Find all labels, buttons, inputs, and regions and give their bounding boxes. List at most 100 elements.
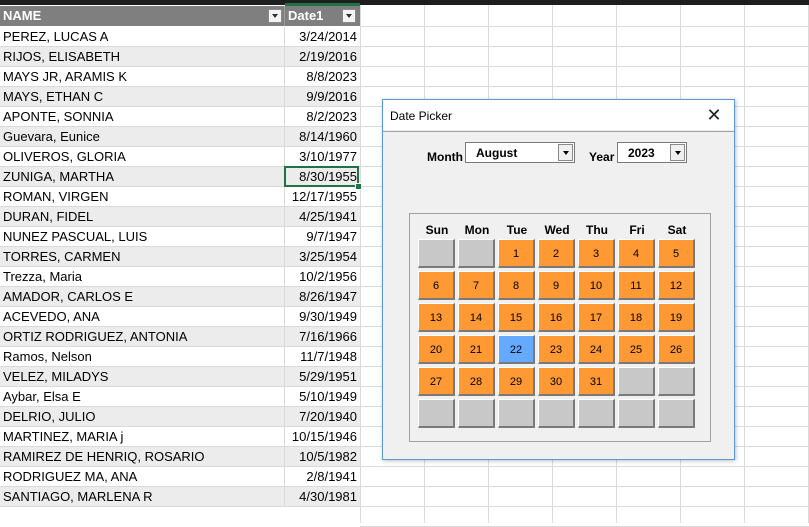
- calendar-day-button[interactable]: 24: [578, 335, 615, 364]
- selected-cell[interactable]: [284, 166, 359, 187]
- date-cell[interactable]: 3/25/1954: [285, 247, 360, 267]
- date-cell[interactable]: 2/8/1941: [285, 467, 360, 487]
- name-cell[interactable]: Aybar, Elsa E: [0, 387, 285, 407]
- table-row: NUNEZ PASCUAL, LUIS 9/7/1947: [0, 227, 360, 247]
- weekday-header: Thu: [586, 223, 608, 237]
- table-row: ORTIZ RODRIGUEZ, ANTONIA 7/16/1966: [0, 327, 360, 347]
- column-header-date[interactable]: Date1: [285, 6, 360, 26]
- year-select[interactable]: 2023: [617, 142, 687, 163]
- name-cell[interactable]: Ramos, Nelson: [0, 347, 285, 367]
- name-cell[interactable]: RIJOS, ELISABETH: [0, 47, 285, 67]
- date-cell[interactable]: 10/15/1946: [285, 427, 360, 447]
- name-cell[interactable]: AMADOR, CARLOS E: [0, 287, 285, 307]
- calendar-day-button[interactable]: 16: [538, 303, 575, 332]
- calendar-day-button[interactable]: 3: [578, 239, 615, 268]
- calendar-day-button[interactable]: 28: [458, 367, 495, 396]
- calendar-day-button[interactable]: 13: [418, 303, 455, 332]
- name-cell[interactable]: ORTIZ RODRIGUEZ, ANTONIA: [0, 327, 285, 347]
- month-select[interactable]: August: [465, 142, 575, 163]
- calendar-day-button[interactable]: 20: [418, 335, 455, 364]
- table-row: OLIVEROS, GLORIA 3/10/1977: [0, 147, 360, 167]
- name-cell[interactable]: ZUNIGA, MARTHA: [0, 167, 285, 187]
- name-cell[interactable]: RODRIGUEZ MA, ANA: [0, 467, 285, 487]
- name-cell[interactable]: Trezza, Maria: [0, 267, 285, 287]
- date-cell[interactable]: 9/9/2016: [285, 87, 360, 107]
- gridline: [360, 66, 809, 67]
- calendar-day-button[interactable]: 7: [458, 271, 495, 300]
- table-row: MAYS, ETHAN C 9/9/2016: [0, 87, 360, 107]
- date-cell[interactable]: 8/2/2023: [285, 107, 360, 127]
- date-cell[interactable]: 4/25/1941: [285, 207, 360, 227]
- date-cell[interactable]: 5/10/1949: [285, 387, 360, 407]
- date-cell[interactable]: 9/30/1949: [285, 307, 360, 327]
- date-cell[interactable]: 3/24/2014: [285, 27, 360, 47]
- chevron-down-icon[interactable]: [670, 144, 685, 161]
- calendar-day-button[interactable]: 27: [418, 367, 455, 396]
- calendar-day-button[interactable]: 29: [498, 367, 535, 396]
- date-cell[interactable]: 8/8/2023: [285, 67, 360, 87]
- date-cell[interactable]: 9/7/1947: [285, 227, 360, 247]
- table-row: Trezza, Maria 10/2/1956: [0, 267, 360, 287]
- calendar-day-button[interactable]: 4: [618, 239, 655, 268]
- calendar-day-button[interactable]: 8: [498, 271, 535, 300]
- calendar-day-button[interactable]: 2: [538, 239, 575, 268]
- name-cell[interactable]: SANTIAGO, MARLENA R: [0, 487, 285, 507]
- fill-handle[interactable]: [355, 183, 362, 190]
- name-cell[interactable]: ROMAN, VIRGEN: [0, 187, 285, 207]
- calendar-day-button[interactable]: 17: [578, 303, 615, 332]
- calendar-day-button[interactable]: 9: [538, 271, 575, 300]
- name-cell[interactable]: ACEVEDO, ANA: [0, 307, 285, 327]
- calendar-day-button[interactable]: 31: [578, 367, 615, 396]
- calendar-day-button[interactable]: 11: [618, 271, 655, 300]
- date-cell[interactable]: 3/10/1977: [285, 147, 360, 167]
- empty-row[interactable]: [0, 507, 361, 523]
- dialog-titlebar[interactable]: Date Picker ✕: [383, 100, 734, 130]
- name-cell[interactable]: MAYS, ETHAN C: [0, 87, 285, 107]
- name-cell[interactable]: PEREZ, LUCAS A: [0, 27, 285, 47]
- calendar-day-button[interactable]: 19: [658, 303, 695, 332]
- name-cell[interactable]: Guevara, Eunice: [0, 127, 285, 147]
- close-icon[interactable]: ✕: [701, 104, 727, 126]
- calendar-day-button[interactable]: 12: [658, 271, 695, 300]
- date-cell[interactable]: 7/20/1940: [285, 407, 360, 427]
- calendar-day-button[interactable]: 15: [498, 303, 535, 332]
- name-cell[interactable]: TORRES, CARMEN: [0, 247, 285, 267]
- column-header-name[interactable]: NAME: [0, 6, 285, 26]
- date-cell[interactable]: 8/26/1947: [285, 287, 360, 307]
- date-cell[interactable]: 10/2/1956: [285, 267, 360, 287]
- calendar-blank-cell: [538, 399, 575, 428]
- calendar-day-button[interactable]: 21: [458, 335, 495, 364]
- calendar-day-button[interactable]: 25: [618, 335, 655, 364]
- name-cell[interactable]: VELEZ, MILADYS: [0, 367, 285, 387]
- name-cell[interactable]: NUNEZ PASCUAL, LUIS: [0, 227, 285, 247]
- calendar-day-button[interactable]: 5: [658, 239, 695, 268]
- name-cell[interactable]: DURAN, FIDEL: [0, 207, 285, 227]
- chevron-down-icon[interactable]: [558, 144, 573, 161]
- date-cell[interactable]: 5/29/1951: [285, 367, 360, 387]
- calendar-day-button[interactable]: 1: [498, 239, 535, 268]
- date-cell[interactable]: 7/16/1966: [285, 327, 360, 347]
- calendar-day-button[interactable]: 26: [658, 335, 695, 364]
- table-row: MAYS JR, ARAMIS K 8/8/2023: [0, 67, 360, 87]
- name-cell[interactable]: DELRIO, JULIO: [0, 407, 285, 427]
- calendar-day-button[interactable]: 30: [538, 367, 575, 396]
- date-cell[interactable]: 2/19/2016: [285, 47, 360, 67]
- calendar-day-button[interactable]: 18: [618, 303, 655, 332]
- date-cell[interactable]: 8/14/1960: [285, 127, 360, 147]
- filter-dropdown-icon[interactable]: [268, 9, 282, 23]
- name-cell[interactable]: MARTINEZ, MARIA j: [0, 427, 285, 447]
- name-cell[interactable]: APONTE, SONNIA: [0, 107, 285, 127]
- date-cell[interactable]: 11/7/1948: [285, 347, 360, 367]
- date-cell[interactable]: 10/5/1982: [285, 447, 360, 467]
- name-cell[interactable]: OLIVEROS, GLORIA: [0, 147, 285, 167]
- calendar-day-button[interactable]: 6: [418, 271, 455, 300]
- filter-dropdown-icon[interactable]: [342, 9, 356, 23]
- calendar-day-button[interactable]: 23: [538, 335, 575, 364]
- name-cell[interactable]: MAYS JR, ARAMIS K: [0, 67, 285, 87]
- name-cell[interactable]: RAMIREZ DE HENRIQ, ROSARIO: [0, 447, 285, 467]
- date-cell[interactable]: 4/30/1981: [285, 487, 360, 507]
- date-cell[interactable]: 12/17/1955: [285, 187, 360, 207]
- calendar-day-button[interactable]: 14: [458, 303, 495, 332]
- calendar-day-button[interactable]: 10: [578, 271, 615, 300]
- calendar-day-button[interactable]: 22: [498, 335, 535, 364]
